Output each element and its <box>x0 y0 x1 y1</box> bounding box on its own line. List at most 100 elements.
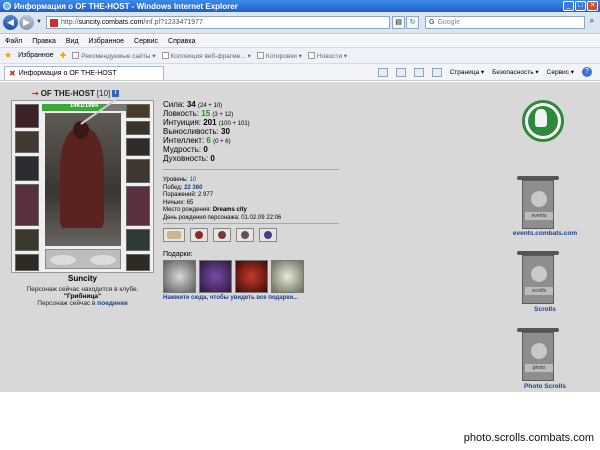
shield-effect-icon[interactable] <box>236 228 254 242</box>
info-wins: Побед: 22 360 <box>163 184 203 191</box>
divider <box>163 169 339 170</box>
stat-intellect: Интеллект: 6 (0 + 6) <box>163 136 231 145</box>
command-bar: Страница ▾ Безопасность ▾ Сервис ▾ ? <box>377 67 592 77</box>
print-icon[interactable] <box>431 67 442 77</box>
mail-icon[interactable] <box>413 67 424 77</box>
character-level: [10] <box>96 89 111 98</box>
armor-slot[interactable] <box>15 184 39 226</box>
menu-help[interactable]: Справка <box>168 38 195 45</box>
winged-emblem-icon <box>45 249 121 269</box>
page-icon <box>161 52 169 59</box>
events-link[interactable]: events.combats.com <box>505 230 585 237</box>
shield-effect-icon[interactable] <box>259 228 277 242</box>
search-input[interactable]: G Google <box>425 16 585 29</box>
favorite-quotes[interactable]: Котировки ▾ <box>256 52 302 60</box>
character-portrait <box>45 96 121 246</box>
scroll-effect-icon[interactable] <box>163 228 185 242</box>
character-avatar-panel: 1461/1984 <box>11 96 154 273</box>
address-bar[interactable]: http://suncity.combats.com/inf.pl?123347… <box>46 16 390 29</box>
menu-view[interactable]: Вид <box>66 38 79 45</box>
photo-scrolls-link[interactable]: Photo Scrolls <box>505 383 585 390</box>
events-scroll-icon[interactable]: events <box>517 176 559 233</box>
favorites-bar: ★ Избранное ✚ Рекомендуемые сайты ▾ Колл… <box>0 47 600 64</box>
scrolls-scroll-icon[interactable]: scrolls <box>517 251 559 308</box>
hp-bar: 1461/1984 <box>42 103 126 111</box>
search-go-icon[interactable]: ⌕ <box>586 16 598 29</box>
google-icon: G <box>429 19 435 26</box>
feeds-icon[interactable] <box>395 67 406 77</box>
menu-bar: Файл Правка Вид Избранное Сервис Справка <box>0 35 600 47</box>
gifts-label: Подарки: <box>163 251 193 258</box>
gloves-slot[interactable] <box>15 254 39 271</box>
gifts-row <box>163 260 304 293</box>
divider <box>163 223 339 224</box>
weapon-slot[interactable] <box>15 156 39 181</box>
gift-book-icon[interactable] <box>199 260 232 293</box>
club-status: Персонаж сейчас находится в клубе. <box>26 286 139 293</box>
helmet-slot[interactable] <box>15 104 39 128</box>
url-text: http://suncity.combats.com/inf.pl?123347… <box>61 19 203 26</box>
character-name: OF THE-HOST <box>40 89 95 98</box>
menu-tools[interactable]: Сервис <box>134 38 158 45</box>
compat-view-icon[interactable]: ▤ <box>392 16 405 29</box>
window-title: Информация о OF THE-HOST - Windows Inter… <box>14 1 238 11</box>
home-icon[interactable] <box>377 67 388 77</box>
page-menu[interactable]: Страница ▾ <box>450 68 485 76</box>
menu-file[interactable]: Файл <box>5 38 22 45</box>
all-gifts-link[interactable]: Нажмите сюда, чтобы увидеть все подарки.… <box>163 295 298 301</box>
shield-effect-icon[interactable] <box>190 228 208 242</box>
leggings-slot[interactable] <box>126 229 150 251</box>
place-status: Персонаж сейчас в поединке <box>37 300 128 307</box>
boots-slot[interactable] <box>126 254 150 271</box>
help-icon[interactable]: ? <box>582 67 592 77</box>
gift-book-icon[interactable] <box>235 260 268 293</box>
stat-strength: Сила: 34 (24 + 10) <box>163 100 223 109</box>
photo-scroll-icon[interactable]: photo <box>517 328 559 385</box>
tools-menu[interactable]: Сервис ▾ <box>547 68 574 76</box>
character-info: Уровень: 10 Побед: 22 360 Поражений: 2 9… <box>163 177 343 222</box>
scrolls-link[interactable]: Scrolls <box>505 306 585 313</box>
clan-logo-icon[interactable] <box>522 100 564 142</box>
minimize-button[interactable]: _ <box>563 1 574 11</box>
offhand-slot[interactable] <box>126 159 150 183</box>
window-title-bar: Информация о OF THE-HOST - Windows Inter… <box>0 0 600 12</box>
menu-edit[interactable]: Правка <box>32 38 56 45</box>
address-toolbar: ◀ ▶ ▼ http://suncity.combats.com/inf.pl?… <box>0 12 600 34</box>
guild-name: Suncity <box>68 274 97 283</box>
belt-slot[interactable] <box>15 229 39 251</box>
stat-agility: Ловкость: 15 (3 + 12) <box>163 109 234 118</box>
shield-slot[interactable] <box>126 186 150 226</box>
earrings-slot[interactable] <box>126 104 150 118</box>
add-favorite-icon[interactable]: ✚ <box>60 51 67 60</box>
amulet-slot[interactable] <box>126 121 150 135</box>
site-x-icon: ✖ <box>9 69 16 78</box>
menu-favorites[interactable]: Избранное <box>89 38 124 45</box>
stat-spirit: Духовность: 0 <box>163 154 215 163</box>
maximize-button[interactable]: □ <box>575 1 586 11</box>
page-icon <box>256 52 264 59</box>
favorite-web-slices[interactable]: Коллекция веб-фрагме... ▾ <box>161 52 251 60</box>
shield-effect-icon[interactable] <box>213 228 231 242</box>
history-dropdown-icon[interactable]: ▼ <box>36 19 42 25</box>
favorite-news[interactable]: Новости ▾ <box>307 52 347 60</box>
page-icon <box>72 52 80 59</box>
refresh-icon[interactable]: ↻ <box>406 16 419 29</box>
forward-button[interactable]: ▶ <box>19 15 34 30</box>
club-name: "Грибница" <box>63 293 102 300</box>
close-button[interactable]: ✕ <box>587 1 598 11</box>
gift-flowers-icon[interactable] <box>271 260 304 293</box>
battle-link[interactable]: поединке <box>97 300 127 307</box>
favorite-suggested-sites[interactable]: Рекомендуемые сайты ▾ <box>72 52 156 60</box>
security-menu[interactable]: Безопасность ▾ <box>492 68 539 76</box>
gift-medal-icon[interactable] <box>163 260 196 293</box>
info-birthday: День рождения персонажа: 01.02.09 22:06 <box>163 214 282 221</box>
tab-row: ✖ Информация о OF THE-HOST Страница ▾ Бе… <box>0 64 600 81</box>
page-content: ➙ OF THE-HOST [10] i 1461/1984 Suncity П… <box>0 82 600 392</box>
favorites-star-icon[interactable]: ★ <box>4 50 12 61</box>
bracers-slot[interactable] <box>15 131 39 153</box>
rings-slot[interactable] <box>126 138 150 156</box>
tab-character-info[interactable]: ✖ Информация о OF THE-HOST <box>4 66 164 80</box>
favorites-button[interactable]: Избранное <box>18 52 53 59</box>
stat-endurance: Выносливость: 30 <box>163 127 230 136</box>
back-button[interactable]: ◀ <box>3 15 18 30</box>
